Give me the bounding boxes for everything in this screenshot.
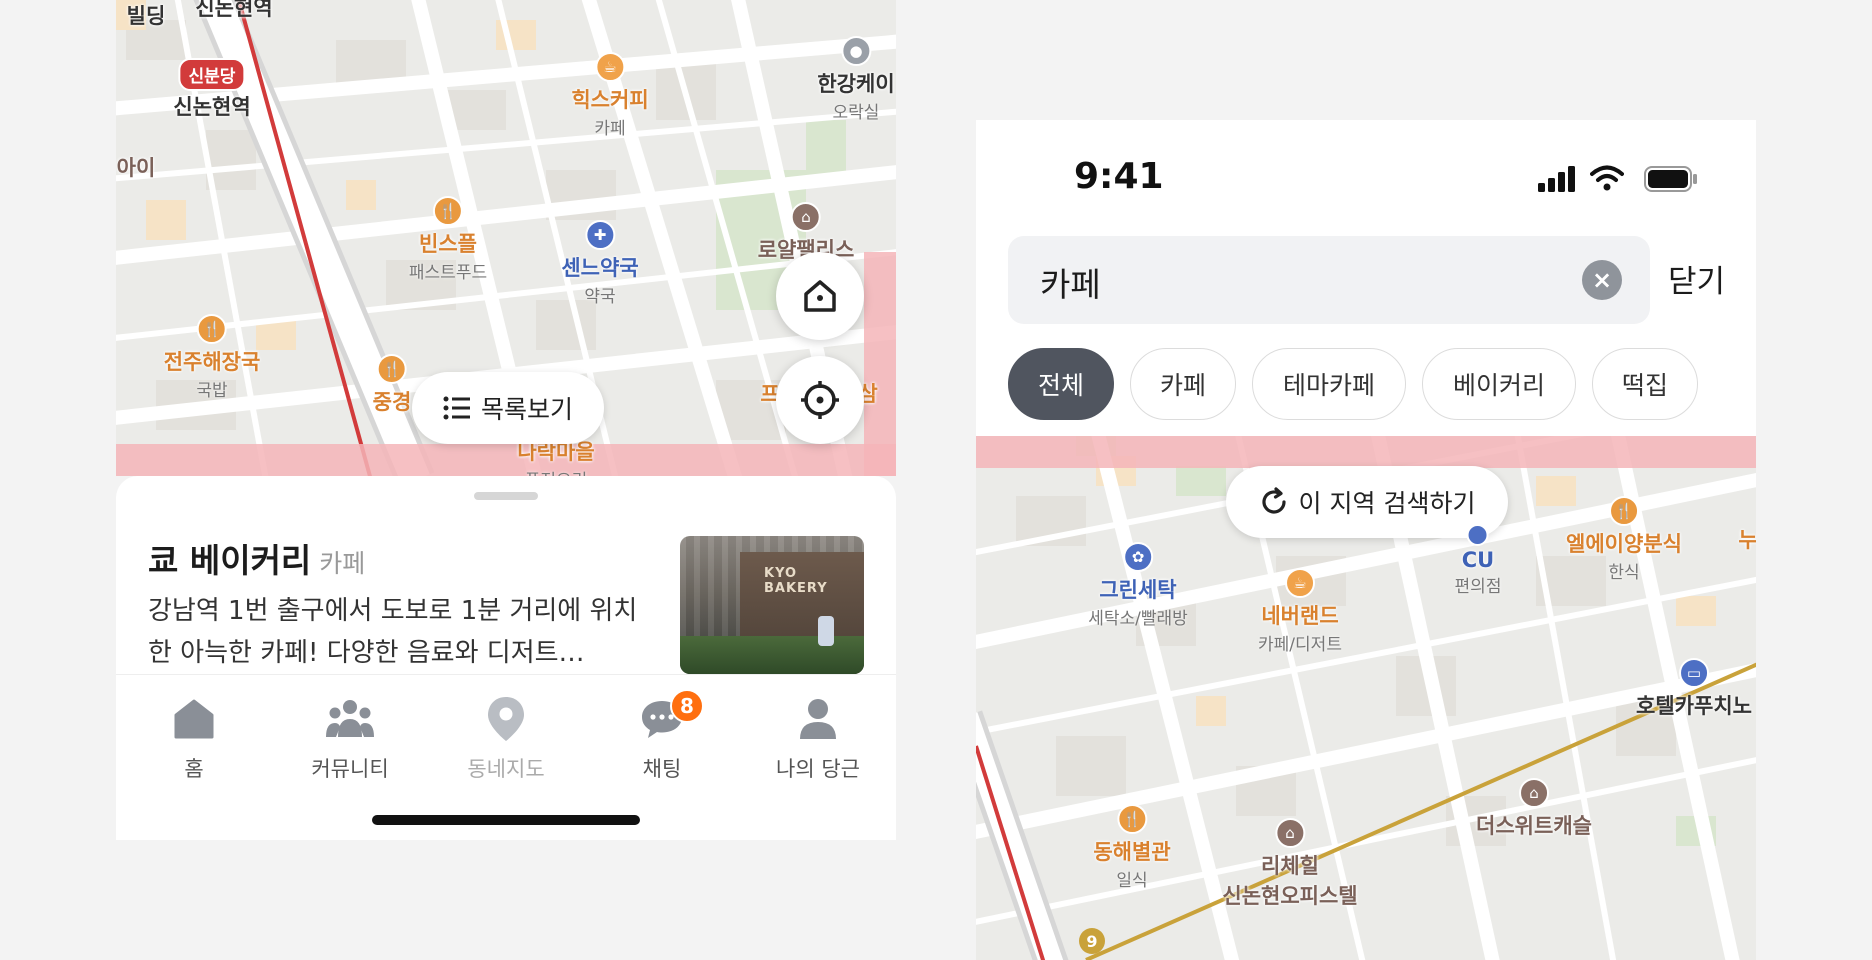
restaurant-pin-icon: 🍴: [432, 196, 463, 226]
map-poi-donghae[interactable]: 🍴 동해별관 일식: [1093, 804, 1171, 891]
set-home-button[interactable]: [776, 252, 864, 340]
chip-all[interactable]: 전체: [1008, 348, 1114, 420]
map-poi-la-snack[interactable]: 🍴 엘에이양분식 한식: [1566, 496, 1682, 583]
bottom-tab-bar: 홈 커뮤니티 동네지도 8 채팅 나의 당근: [116, 674, 896, 840]
map-poi-pharmacy[interactable]: ✚ 센느약국 약국: [561, 220, 639, 307]
tab-my-profile[interactable]: 나의 당근: [758, 693, 878, 783]
home-indicator: [372, 815, 640, 825]
map-label-station-top[interactable]: 신논현역: [195, 0, 272, 22]
map-poi-sweet-castle[interactable]: ⌂ 더스위트캐슬: [1476, 778, 1592, 840]
clear-search-button[interactable]: ×: [1582, 260, 1622, 300]
home-location-icon: [804, 280, 836, 312]
building-pin-icon: ⌂: [1518, 778, 1549, 808]
tab-neighborhood-map[interactable]: 동네지도: [446, 693, 566, 783]
laundry-pin-icon: ✿: [1122, 542, 1153, 572]
cafe-pin-icon: ☕: [1285, 568, 1315, 598]
map-label-building[interactable]: 빌딩: [127, 0, 166, 30]
subway-line-badge: 신분당: [178, 58, 246, 91]
hotel-pin-icon: ▭: [1678, 658, 1709, 688]
chip-cafe[interactable]: 카페: [1130, 348, 1236, 420]
refresh-icon: [1261, 487, 1286, 514]
crosshair-icon: [801, 381, 839, 419]
map-poi-beansple[interactable]: 🍴 빈스플 패스트푸드: [409, 196, 487, 283]
current-location-button[interactable]: [776, 356, 864, 444]
store-category: 카페: [319, 549, 366, 578]
battery-icon: [1644, 166, 1697, 192]
home-icon: [174, 699, 214, 739]
close-search-button[interactable]: 닫기: [1668, 256, 1725, 301]
list-view-label: 목록보기: [480, 395, 573, 424]
restaurant-pin-icon: 🍴: [1117, 804, 1147, 834]
store-thumbnail[interactable]: KYO BAKERY: [680, 536, 864, 674]
map-poi-cu[interactable]: CU 편의점: [1455, 524, 1501, 597]
map-pin-icon: [488, 697, 524, 741]
restaurant-pin-icon: 🍴: [1608, 496, 1639, 526]
map-label-ai[interactable]: 아이: [117, 152, 156, 182]
wifi-icon: [1590, 165, 1624, 191]
pharmacy-pin-icon: ✚: [585, 220, 615, 250]
search-header: 9:41 카페 × 닫기 전체 카페 테마카페 베이커리 떡집: [976, 120, 1756, 436]
subway-line-badge: 9: [1079, 928, 1105, 954]
signal-icon: [1538, 166, 1575, 192]
map-poi-haejangguk[interactable]: 🍴 전주해장국 국밥: [164, 314, 260, 401]
tab-chat[interactable]: 8 채팅: [602, 689, 722, 783]
map-subway-line-9[interactable]: 9: [1079, 928, 1105, 954]
place-pin-icon: ●: [841, 36, 871, 66]
map-poi-junggyeong[interactable]: 🍴 중경: [373, 354, 411, 416]
map-poi-hangang[interactable]: ● 한강케이 오락실: [817, 36, 895, 123]
restaurant-pin-icon: 🍴: [376, 354, 407, 384]
restaurant-pin-icon: 🍴: [196, 314, 227, 344]
store-sign: KYO BAKERY: [764, 566, 828, 596]
store-name: 쿄 베이커리: [148, 541, 312, 580]
right-map-view[interactable]: 이 지역 검색하기 ✿ 그린세탁 세탁소/빨래방 CU 편의점 🍴 엘에이양분식…: [976, 436, 1756, 960]
tab-community[interactable]: 커뮤니티: [290, 693, 410, 783]
chip-bakery[interactable]: 베이커리: [1422, 348, 1576, 420]
status-time: 9:41: [1074, 156, 1164, 197]
building-pin-icon: ⌂: [790, 202, 821, 232]
cafe-pin-icon: ☕: [595, 52, 625, 82]
store-description: 강남역 1번 출구에서 도보로 1분 거리에 위치한 아늑한 카페! 다양한 음…: [148, 596, 638, 668]
map-poi-neverland[interactable]: ☕ 네버랜드 카페/디저트: [1258, 568, 1342, 655]
store-bottom-sheet[interactable]: 쿄 베이커리 카페 강남역 1번 출구에서 도보로 1분 거리에 위치한 아늑한 …: [116, 476, 896, 674]
sheet-drag-handle[interactable]: [474, 492, 538, 500]
profile-icon: [800, 699, 836, 739]
list-view-button[interactable]: 목록보기: [412, 372, 604, 444]
community-icon: [326, 700, 374, 737]
chip-theme-cafe[interactable]: 테마카페: [1252, 348, 1406, 420]
map-label-station[interactable]: 신분당 신논현역: [173, 58, 251, 121]
map-poi-green-laundry[interactable]: ✿ 그린세탁 세탁소/빨래방: [1088, 542, 1188, 629]
search-this-area-label: 이 지역 검색하기: [1298, 489, 1476, 518]
tab-home[interactable]: 홈: [134, 693, 254, 783]
chat-unread-badge: 8: [670, 689, 704, 723]
chip-rice-cake[interactable]: 떡집: [1592, 348, 1698, 420]
map-poi-hicks-coffee[interactable]: ☕ 힉스커피 카페: [571, 52, 649, 139]
list-icon: [443, 396, 470, 420]
left-map-view[interactable]: 빌딩 신논현역 신분당 신논현역 아이 ☕ 힉스커피 카페 ● 한강케이 오락실…: [116, 0, 896, 476]
close-icon: ×: [1591, 266, 1613, 294]
map-poi-nu[interactable]: 누: [1738, 524, 1756, 554]
map-poi-hotel-cappuccino[interactable]: ▭ 호텔카푸치노: [1636, 658, 1752, 720]
map-poi-richehill[interactable]: ⌂ 리체힐 신논현오피스텔: [1222, 818, 1358, 910]
search-input[interactable]: 카페 ×: [1008, 236, 1650, 324]
store-pin-icon: [1466, 524, 1489, 546]
search-query: 카페: [1040, 265, 1101, 304]
building-pin-icon: ⌂: [1275, 818, 1305, 848]
store-title[interactable]: 쿄 베이커리 카페: [148, 534, 365, 582]
